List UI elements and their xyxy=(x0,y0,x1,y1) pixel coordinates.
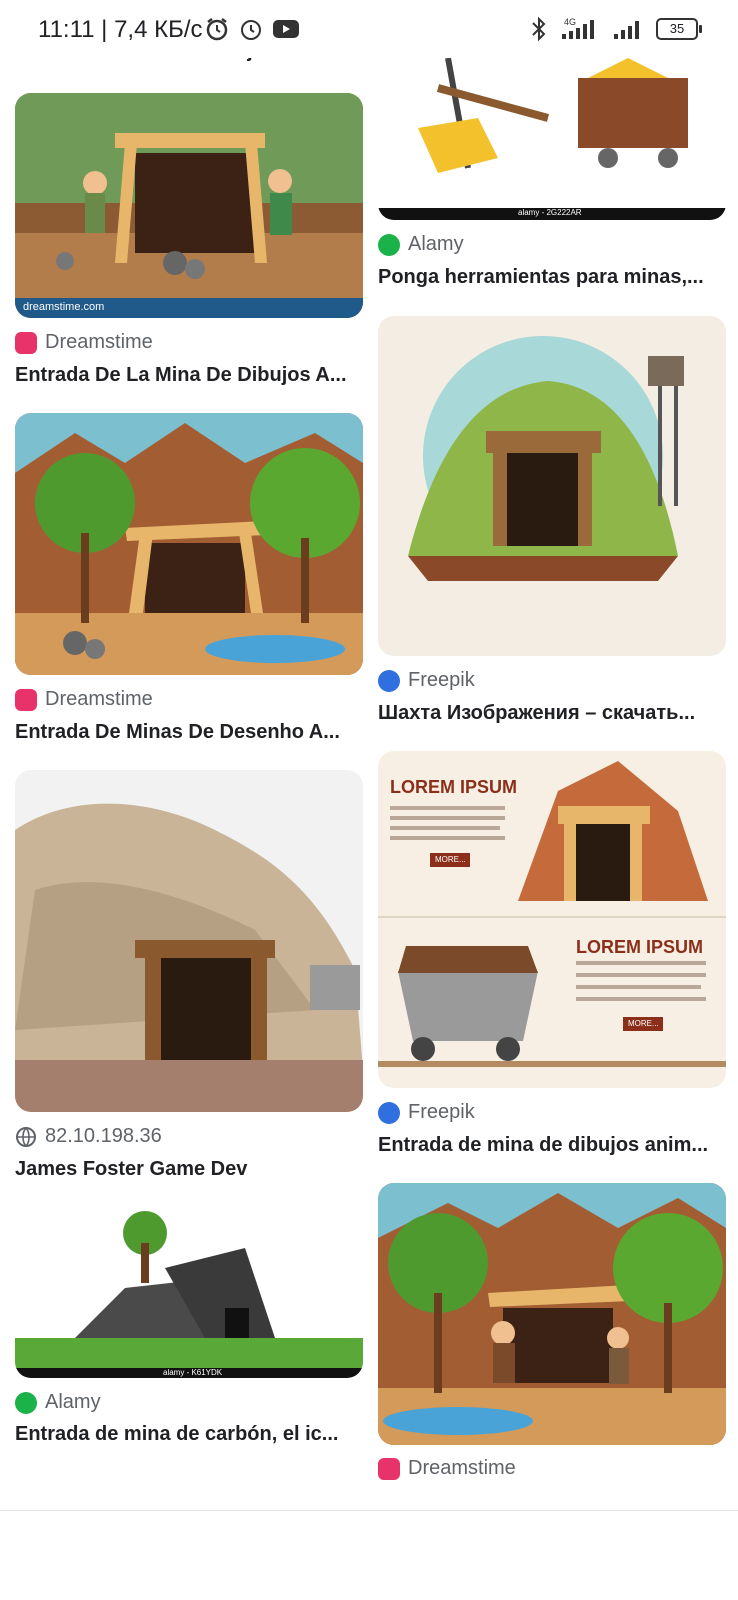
result-title[interactable]: Entrada de mina de dibujos anim... xyxy=(378,1134,726,1157)
status-icons-right: 4G 35 xyxy=(530,16,702,42)
result-source: Dreamstime xyxy=(15,331,153,354)
more-label: MORE... xyxy=(435,855,466,864)
source-name: Freepik xyxy=(408,669,475,691)
source-name: Dreamstime xyxy=(45,688,153,710)
result-image[interactable] xyxy=(15,770,363,1112)
result-title[interactable]: Entrada de mina de carbón, el ic... xyxy=(15,1423,363,1446)
source-name: Freepik xyxy=(408,1101,475,1123)
result-image[interactable] xyxy=(378,1183,726,1445)
status-icons-left xyxy=(204,16,300,42)
source-name: Alamy xyxy=(45,1391,101,1413)
source-name: 82.10.198.36 xyxy=(45,1125,162,1147)
alamy-icon xyxy=(378,233,400,256)
battery-icon: 35 xyxy=(656,18,702,40)
dreamstime-icon xyxy=(15,331,37,354)
result-source: 82.10.198.36 xyxy=(15,1125,162,1148)
status-time: 11:11 | 7,4 КБ/с xyxy=(38,16,203,43)
result-title[interactable]: Entrada De Minas De Desenho A... xyxy=(15,721,363,744)
result-source: Alamy xyxy=(378,233,464,256)
result-image[interactable] xyxy=(15,413,363,675)
alamy-icon xyxy=(15,1391,37,1414)
watermark: alamy - 2G222AR xyxy=(518,208,582,217)
source-name: Alamy xyxy=(408,233,464,255)
signal-4g-icon: 4G xyxy=(562,17,594,39)
watermark: dreamstime.com xyxy=(23,301,105,313)
dreamstime-icon xyxy=(378,1457,400,1480)
result-image[interactable] xyxy=(378,316,726,656)
lorem-heading: LOREM IPSUM xyxy=(576,937,704,957)
result-source: Dreamstime xyxy=(15,688,153,711)
youtube-icon xyxy=(273,20,299,38)
result-title[interactable]: Ponga herramientas para minas,... xyxy=(378,266,726,289)
navigation-bar xyxy=(0,1510,738,1600)
dreamstime-icon xyxy=(15,688,37,711)
alarm-clock-icon xyxy=(241,20,261,40)
result-image[interactable]: alamy - K61YDK xyxy=(15,1208,363,1378)
more-label: MORE... xyxy=(628,1019,659,1028)
status-bar: 11:11 | 7,4 КБ/с 4G 35 xyxy=(0,0,738,58)
result-source: Freepik xyxy=(378,669,475,692)
signal-icon xyxy=(614,21,639,39)
lorem-heading: LOREM IPSUM xyxy=(390,777,518,797)
watermark: alamy - K61YDK xyxy=(163,1368,223,1377)
result-source: Freepik xyxy=(378,1101,475,1124)
result-image[interactable]: LOREM IPSUM MORE... LOREM IPSUM MORE... xyxy=(378,751,726,1088)
source-name: Dreamstime xyxy=(408,1457,516,1479)
freepik-icon xyxy=(378,669,400,692)
result-title[interactable]: Шахта Изображения – скачать... xyxy=(378,702,726,725)
result-image[interactable]: dreamstime.com xyxy=(15,93,363,318)
alarm-icon xyxy=(206,18,228,41)
result-title[interactable]: Entrada De La Mina De Dibujos A... xyxy=(15,364,363,387)
svg-text:4G: 4G xyxy=(564,17,576,27)
result-image[interactable]: alamy - 2G222AR xyxy=(378,48,726,220)
globe-icon xyxy=(16,1126,36,1147)
source-name: Dreamstime xyxy=(45,331,153,353)
result-source: Alamy xyxy=(15,1391,101,1414)
bluetooth-icon xyxy=(532,16,546,42)
result-source: Dreamstime xyxy=(378,1457,516,1480)
result-title[interactable]: James Foster Game Dev xyxy=(15,1158,363,1181)
freepik-icon xyxy=(378,1101,400,1124)
